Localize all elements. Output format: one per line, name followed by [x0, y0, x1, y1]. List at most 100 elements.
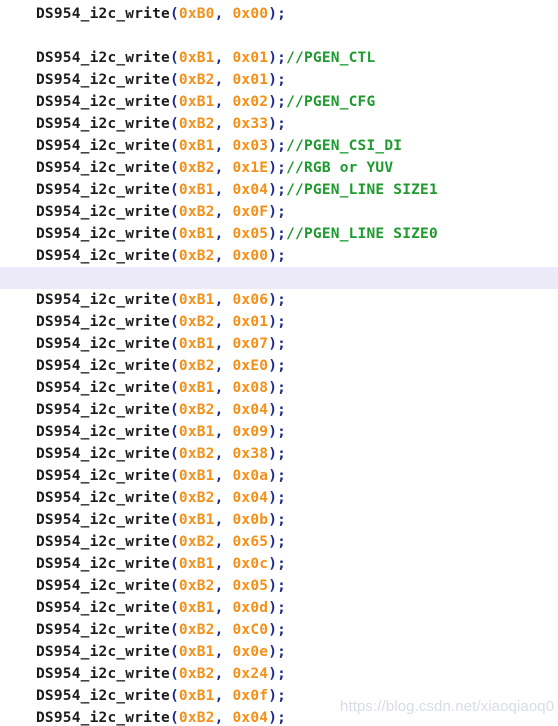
code-line[interactable]: [0, 25, 558, 47]
code-token-plain: DS954_i2c_write: [36, 160, 170, 176]
code-line[interactable]: DS954_i2c_write(0xB2, 0xE0);: [0, 355, 558, 377]
code-token-number: 0xC0: [232, 622, 269, 638]
code-line[interactable]: DS954_i2c_write(0xB2, 0x33);: [0, 113, 558, 135]
code-line[interactable]: DS954_i2c_write(0xB1, 0x08);: [0, 377, 558, 399]
code-line[interactable]: DS954_i2c_write(0xB2, 0x00);: [0, 245, 558, 267]
code-token-plain: DS954_i2c_write: [36, 314, 170, 330]
code-token-number: 0xE0: [232, 358, 269, 374]
code-token-comment: //PGEN_LINE SIZE1: [286, 182, 438, 198]
code-token-punct: (: [169, 358, 179, 374]
code-token-number: 0x04: [232, 182, 269, 198]
code-token-plain: DS954_i2c_write: [36, 600, 170, 616]
code-line[interactable]: DS954_i2c_write(0xB1, 0x03);//PGEN_CSI_D…: [0, 135, 558, 157]
code-token-punct: (: [169, 490, 179, 506]
code-line[interactable]: DS954_i2c_write(0xB1, 0x0d);: [0, 597, 558, 619]
code-line[interactable]: DS954_i2c_write(0xB1, 0x0b);: [0, 509, 558, 531]
code-token-plain: DS954_i2c_write: [36, 94, 170, 110]
code-line[interactable]: DS954_i2c_write(0xB2, 0x01);: [0, 311, 558, 333]
code-line[interactable]: DS954_i2c_write(0xB1, 0x01);//PGEN_CTL: [0, 47, 558, 69]
code-token-number: 0xB1: [178, 50, 215, 66]
code-token-number: 0xB2: [178, 622, 215, 638]
code-token-punct: );: [268, 248, 287, 264]
code-line-highlighted[interactable]: [0, 267, 558, 289]
code-token-comment: //RGB or YUV: [286, 160, 394, 176]
code-token-number: 0x0e: [232, 644, 269, 660]
code-token-number: 0xB1: [178, 336, 215, 352]
code-token-number: 0x38: [232, 446, 269, 462]
code-line[interactable]: DS954_i2c_write(0xB1, 0x02);//PGEN_CFG: [0, 91, 558, 113]
code-token-punct: );: [268, 116, 287, 132]
code-token-number: 0xB2: [178, 490, 215, 506]
code-token-punct: );: [268, 402, 287, 418]
code-token-number: 0x0F: [232, 204, 269, 220]
code-line[interactable]: DS954_i2c_write(0xB2, 0x04);: [0, 707, 558, 726]
code-token-punct: ,: [214, 248, 224, 264]
code-token-plain: DS954_i2c_write: [36, 402, 170, 418]
code-line[interactable]: DS954_i2c_write(0xB1, 0x0f);: [0, 685, 558, 707]
code-token-number: 0x04: [232, 710, 269, 726]
code-token-punct: ,: [214, 446, 224, 462]
code-token-punct: );: [268, 534, 287, 550]
code-token-number: 0xB2: [178, 248, 215, 264]
code-token-punct: );: [268, 94, 287, 110]
code-line[interactable]: DS954_i2c_write(0xB1, 0x0c);: [0, 553, 558, 575]
code-token-plain: DS954_i2c_write: [36, 710, 170, 726]
code-line[interactable]: DS954_i2c_write(0xB2, 0x0F);: [0, 201, 558, 223]
code-token-punct: ,: [214, 402, 224, 418]
code-line[interactable]: DS954_i2c_write(0xB1, 0x09);: [0, 421, 558, 443]
code-line[interactable]: DS954_i2c_write(0xB2, 0x1E);//RGB or YUV: [0, 157, 558, 179]
code-token-punct: (: [169, 160, 179, 176]
code-line[interactable]: DS954_i2c_write(0xB1, 0x04);//PGEN_LINE …: [0, 179, 558, 201]
code-line[interactable]: DS954_i2c_write(0xB2, 0xC0);: [0, 619, 558, 641]
code-token-punct: );: [268, 490, 287, 506]
code-token-punct: ,: [214, 490, 224, 506]
code-token-number: 0xB2: [178, 204, 215, 220]
code-token-number: 0xB1: [178, 688, 215, 704]
code-token-punct: (: [169, 248, 179, 264]
code-token-plain: DS954_i2c_write: [36, 490, 170, 506]
code-token-punct: );: [268, 622, 287, 638]
code-token-punct: ,: [214, 468, 224, 484]
code-token-plain: DS954_i2c_write: [36, 138, 170, 154]
code-token-number: 0xB2: [178, 72, 215, 88]
code-line[interactable]: DS954_i2c_write(0xB2, 0x05);: [0, 575, 558, 597]
code-token-number: 0xB1: [178, 556, 215, 572]
code-line[interactable]: DS954_i2c_write(0xB2, 0x04);: [0, 487, 558, 509]
code-line[interactable]: DS954_i2c_write(0xB2, 0x38);: [0, 443, 558, 465]
code-line[interactable]: DS954_i2c_write(0xB1, 0x07);: [0, 333, 558, 355]
code-token-plain: DS954_i2c_write: [36, 292, 170, 308]
code-token-number: 0xB1: [178, 424, 215, 440]
code-token-punct: ,: [214, 336, 224, 352]
code-line[interactable]: DS954_i2c_write(0xB0, 0x00);: [0, 3, 558, 25]
code-token-punct: );: [268, 358, 287, 374]
code-line[interactable]: DS954_i2c_write(0xB2, 0x01);: [0, 69, 558, 91]
code-token-number: 0x09: [232, 424, 269, 440]
code-line[interactable]: DS954_i2c_write(0xB2, 0x65);: [0, 531, 558, 553]
code-line[interactable]: DS954_i2c_write(0xB1, 0x0a);: [0, 465, 558, 487]
code-line[interactable]: DS954_i2c_write(0xB1, 0x0e);: [0, 641, 558, 663]
code-token-number: 0x0b: [232, 512, 269, 528]
code-line[interactable]: DS954_i2c_write(0xB1, 0x05);//PGEN_LINE …: [0, 223, 558, 245]
code-token-number: 0xB1: [178, 138, 215, 154]
code-token-punct: );: [268, 314, 287, 330]
code-token-punct: (: [169, 666, 179, 682]
code-line[interactable]: DS954_i2c_write(0xB2, 0x04);: [0, 399, 558, 421]
code-line[interactable]: DS954_i2c_write(0xB1, 0x06);: [0, 289, 558, 311]
code-token-punct: ,: [214, 644, 224, 660]
code-token-number: 0x01: [232, 50, 269, 66]
code-editor-view[interactable]: DS954_i2c_write(0xB0, 0x00); DS954_i2c_w…: [0, 0, 558, 726]
code-line[interactable]: DS954_i2c_write(0xB2, 0x24);: [0, 663, 558, 685]
code-token-number: 0xB2: [178, 578, 215, 594]
code-token-plain: DS954_i2c_write: [36, 688, 170, 704]
code-token-plain: DS954_i2c_write: [36, 6, 170, 22]
